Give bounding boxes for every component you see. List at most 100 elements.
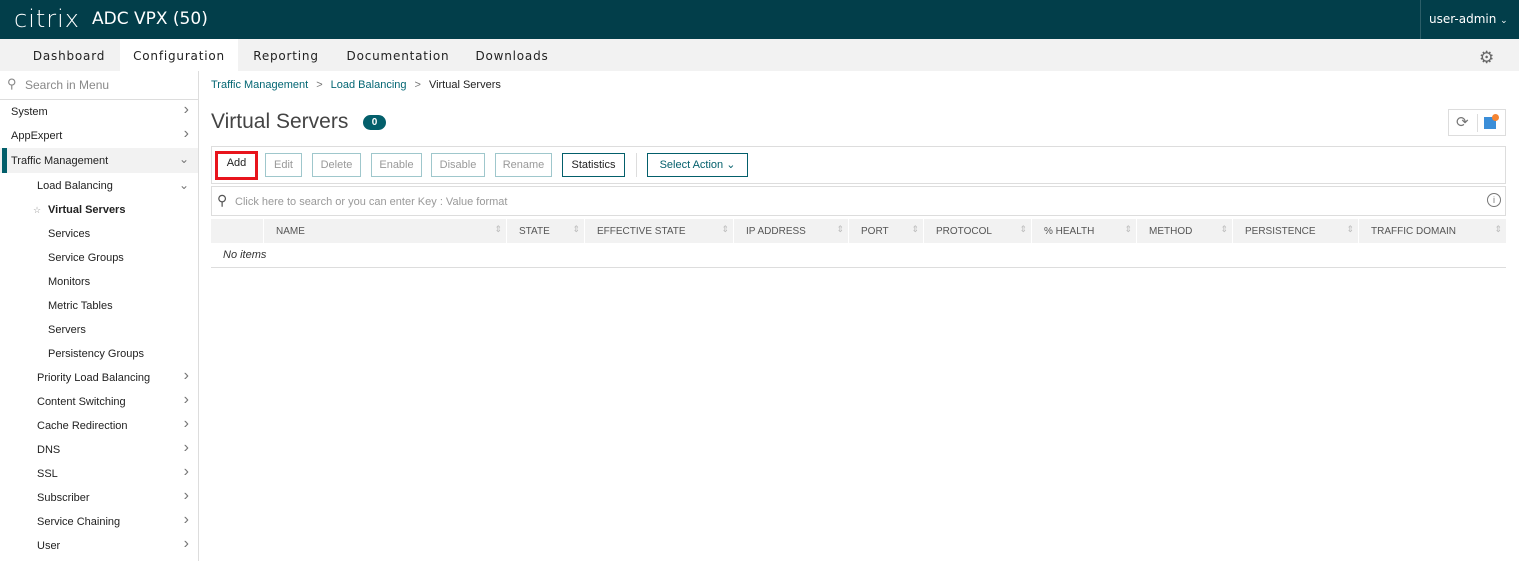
row-divider bbox=[211, 267, 1506, 268]
select-all-column[interactable] bbox=[211, 219, 263, 243]
delete-button[interactable]: Delete bbox=[312, 153, 361, 177]
column-header-effective-state[interactable]: EFFECTIVE STATE ⇕ bbox=[585, 219, 733, 243]
unsaved-dot-icon bbox=[1492, 114, 1499, 121]
sort-icon[interactable]: ⇕ bbox=[494, 224, 502, 235]
tab-reporting[interactable]: Reporting bbox=[238, 39, 334, 71]
enable-button[interactable]: Enable bbox=[371, 153, 422, 177]
sidebar-item-label: Persistency Groups bbox=[48, 348, 144, 360]
sort-icon[interactable]: ⇕ bbox=[572, 224, 580, 235]
table-search-input[interactable]: ⚲ Click here to search or you can enter … bbox=[211, 186, 1506, 216]
empty-message: No items bbox=[223, 249, 267, 261]
disable-button[interactable]: Disable bbox=[431, 153, 485, 177]
sidebar-item-system[interactable]: System › bbox=[0, 100, 198, 124]
search-icon: ⚲ bbox=[217, 192, 228, 208]
sidebar-item-metric-tables[interactable]: Metric Tables bbox=[0, 294, 198, 318]
count-badge: 0 bbox=[363, 115, 386, 130]
tab-dashboard[interactable]: Dashboard bbox=[19, 39, 119, 71]
chevron-down-icon: ⌄ bbox=[726, 159, 736, 171]
breadcrumb-traffic-management[interactable]: Traffic Management bbox=[211, 79, 308, 91]
tab-downloads[interactable]: Downloads bbox=[462, 39, 562, 71]
chevron-right-icon: › bbox=[183, 415, 189, 432]
sidebar-item-label: Metric Tables bbox=[48, 300, 113, 312]
edit-button[interactable]: Edit bbox=[265, 153, 302, 177]
sidebar-item-virtual-servers[interactable]: ☆ Virtual Servers bbox=[0, 198, 198, 222]
sidebar-item-persistency-groups[interactable]: Persistency Groups bbox=[0, 342, 198, 366]
column-label: IP ADDRESS bbox=[746, 226, 806, 237]
chevron-right-icon: › bbox=[183, 439, 189, 456]
breadcrumb: Traffic Management > Load Balancing > Virtua… bbox=[211, 79, 501, 91]
sidebar-item-traffic-management[interactable]: Traffic Management ⌄ bbox=[0, 148, 198, 173]
column-label: NAME bbox=[276, 226, 305, 237]
chevron-right-icon: › bbox=[183, 391, 189, 408]
sort-icon[interactable]: ⇕ bbox=[1220, 224, 1228, 235]
app-title: ADC VPX (50) bbox=[92, 9, 208, 29]
tab-documentation[interactable]: Documentation bbox=[334, 39, 462, 71]
tab-configuration[interactable]: Configuration bbox=[120, 39, 238, 71]
sidebar-item-servers[interactable]: Servers bbox=[0, 318, 198, 342]
gear-icon[interactable]: ⚙ bbox=[1479, 48, 1494, 68]
column-header-method[interactable]: METHOD ⇕ bbox=[1137, 219, 1232, 243]
add-button[interactable]: Add bbox=[215, 151, 258, 180]
chevron-down-icon: ⌄ bbox=[178, 152, 189, 166]
sidebar-item-label: User bbox=[37, 540, 61, 552]
sidebar-item-service-chaining[interactable]: Service Chaining › bbox=[0, 510, 198, 534]
sidebar-item-load-balancing[interactable]: Load Balancing ⌄ bbox=[0, 174, 198, 198]
page-title: Virtual Servers bbox=[211, 110, 349, 133]
breadcrumb-current: Virtual Servers bbox=[428, 79, 501, 91]
sidebar-item-monitors[interactable]: Monitors bbox=[0, 270, 198, 294]
column-label: METHOD bbox=[1149, 226, 1193, 237]
column-header-protocol[interactable]: PROTOCOL ⇕ bbox=[924, 219, 1031, 243]
select-action-label: Select Action bbox=[659, 159, 724, 171]
column-header-name[interactable]: NAME ⇕ bbox=[264, 219, 506, 243]
user-menu[interactable]: user-admin ⌄ bbox=[1420, 0, 1519, 39]
info-icon[interactable]: i bbox=[1487, 193, 1501, 207]
column-header-port[interactable]: PORT ⇕ bbox=[849, 219, 923, 243]
chevron-right-icon: › bbox=[183, 535, 189, 552]
column-header-ip-address[interactable]: IP ADDRESS ⇕ bbox=[734, 219, 848, 243]
column-label: PERSISTENCE bbox=[1245, 226, 1316, 237]
sidebar-item-subscriber[interactable]: Subscriber › bbox=[0, 486, 198, 510]
column-header-state[interactable]: STATE ⇕ bbox=[507, 219, 584, 243]
sidebar-item-ssl[interactable]: SSL › bbox=[0, 462, 198, 486]
main-nav: Dashboard Configuration Reporting Docume… bbox=[0, 39, 1519, 71]
column-label: PROTOCOL bbox=[936, 226, 992, 237]
chevron-right-icon: › bbox=[183, 101, 189, 118]
sort-icon[interactable]: ⇕ bbox=[1494, 224, 1502, 235]
sort-icon[interactable]: ⇕ bbox=[836, 224, 844, 235]
column-header-persistence[interactable]: PERSISTENCE ⇕ bbox=[1233, 219, 1358, 243]
sidebar-item-user[interactable]: User › bbox=[0, 534, 198, 558]
search-placeholder: Click here to search or you can enter Ke… bbox=[235, 196, 508, 208]
sidebar-item-label: DNS bbox=[37, 444, 61, 456]
select-action-dropdown[interactable]: Select Action ⌄ bbox=[647, 153, 748, 177]
sidebar-item-content-switching[interactable]: Content Switching › bbox=[0, 390, 198, 414]
sidebar-item-dns[interactable]: DNS › bbox=[0, 438, 198, 462]
sort-icon[interactable]: ⇕ bbox=[1124, 224, 1132, 235]
sidebar-item-label: Traffic Management bbox=[11, 155, 109, 167]
sidebar-item-services[interactable]: Services bbox=[0, 222, 198, 246]
sort-icon[interactable]: ⇕ bbox=[1346, 224, 1354, 235]
column-label: PORT bbox=[861, 226, 889, 237]
sort-icon[interactable]: ⇕ bbox=[911, 224, 919, 235]
sort-icon[interactable]: ⇕ bbox=[1019, 224, 1027, 235]
sidebar-item-service-groups[interactable]: Service Groups bbox=[0, 246, 198, 270]
favorite-star-icon[interactable]: ☆ bbox=[33, 205, 41, 216]
sort-icon[interactable]: ⇕ bbox=[721, 224, 729, 235]
chevron-right-icon: › bbox=[183, 367, 189, 384]
column-header-health[interactable]: % HEALTH ⇕ bbox=[1032, 219, 1136, 243]
user-name: user-admin bbox=[1429, 12, 1497, 26]
sidebar-item-label: Monitors bbox=[48, 276, 91, 288]
column-label: % HEALTH bbox=[1044, 226, 1095, 237]
sidebar-item-cache-redirection[interactable]: Cache Redirection › bbox=[0, 414, 198, 438]
refresh-icon[interactable]: ⟳ bbox=[1456, 113, 1469, 131]
rename-button[interactable]: Rename bbox=[495, 153, 552, 177]
sidebar-item-appexpert[interactable]: AppExpert › bbox=[0, 124, 198, 148]
sidebar-item-priority-load-balancing[interactable]: Priority Load Balancing › bbox=[0, 366, 198, 390]
column-header-traffic-domain[interactable]: TRAFFIC DOMAIN ⇕ bbox=[1359, 219, 1506, 243]
menu-search-placeholder: Search in Menu bbox=[25, 78, 110, 92]
statistics-button[interactable]: Statistics bbox=[562, 153, 625, 177]
sidebar-item-label: Load Balancing bbox=[37, 180, 113, 192]
breadcrumb-load-balancing[interactable]: Load Balancing bbox=[331, 79, 407, 91]
menu-search-input[interactable]: ⚲ Search in Menu bbox=[0, 71, 199, 100]
toolbar-divider bbox=[636, 153, 637, 177]
search-icon: ⚲ bbox=[7, 76, 17, 91]
